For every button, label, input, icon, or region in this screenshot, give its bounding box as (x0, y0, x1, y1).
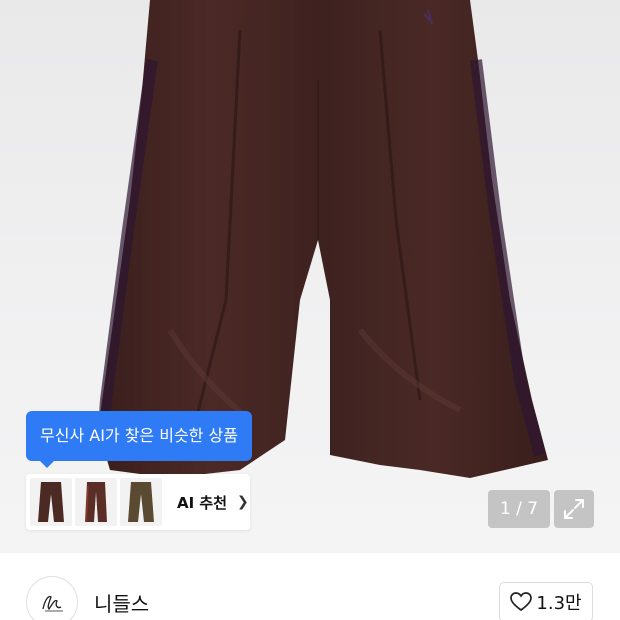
expand-icon (564, 499, 584, 519)
image-page-counter: 1 / 7 (488, 490, 550, 528)
brand-logo-mark (42, 595, 63, 612)
heart-icon (510, 592, 533, 612)
expand-image-button[interactable] (554, 490, 594, 528)
chevron-right-icon: ❯ (237, 494, 249, 510)
like-button[interactable]: 1.3만 (499, 582, 593, 620)
ai-recommend-link[interactable]: AI 추천 ❯ (177, 492, 249, 513)
similar-thumbnail-1[interactable] (30, 478, 72, 526)
brand-logo[interactable] (26, 576, 78, 620)
pants-photo (96, 0, 548, 478)
similar-thumbnail-3[interactable] (120, 478, 162, 526)
ai-similar-tooltip: 무신사 AI가 찾은 비슷한 상품 (26, 411, 252, 468)
brand-name[interactable]: 니들스 (94, 588, 149, 617)
ai-recommend-label: AI 추천 (177, 493, 228, 512)
similar-thumbnail-2[interactable] (75, 478, 117, 526)
product-image[interactable] (0, 0, 620, 553)
ai-recommend-panel[interactable]: AI 추천 ❯ (26, 474, 250, 530)
like-count: 1.3만 (536, 593, 582, 614)
